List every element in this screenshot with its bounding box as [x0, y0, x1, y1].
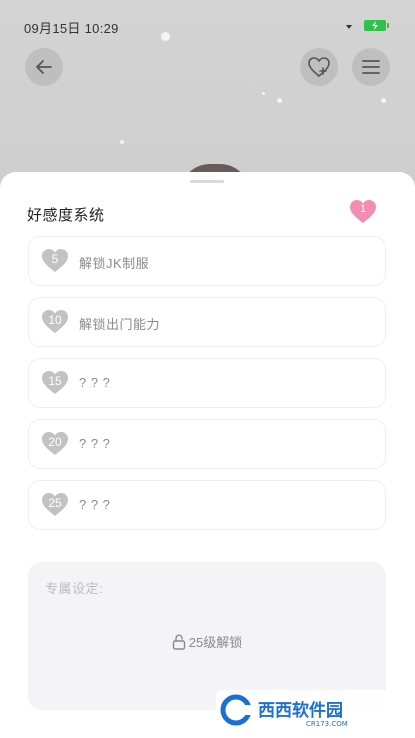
snow-particle [120, 140, 124, 144]
reward-level-heart: 25 [41, 492, 69, 518]
reward-level-heart: 10 [41, 309, 69, 335]
unlock-requirement: 25级解锁 [28, 632, 386, 651]
battery-icon [364, 20, 389, 31]
snow-particle [262, 92, 265, 95]
menu-icon [362, 60, 380, 74]
reward-level-heart: 15 [41, 370, 69, 396]
reward-level-heart: 5 [41, 248, 69, 274]
exclusive-settings-label: 专属设定: [45, 581, 104, 596]
snow-particle [277, 98, 282, 103]
lock-icon [172, 633, 185, 650]
current-level-badge: 1 [349, 199, 377, 225]
svg-text:CR173.COM: CR173.COM [306, 720, 348, 728]
back-button[interactable] [25, 48, 63, 86]
status-time: 09月15日 10:29 [24, 21, 119, 36]
unlock-requirement-text: 25级解锁 [188, 635, 243, 650]
affection-sheet: 好感度系统 1 5 解锁JK制服 10 解锁出门能力 15 ? ? ? 20 ?… [0, 172, 415, 738]
arrow-left-icon [36, 60, 52, 74]
reward-row: 5 解锁JK制服 [28, 236, 386, 286]
exclusive-settings-panel: 专属设定: 25级解锁 [28, 562, 386, 710]
heart-icon [308, 57, 330, 78]
sheet-title: 好感度系统 [27, 207, 105, 224]
sheet-drag-handle[interactable] [190, 180, 224, 183]
reward-row: 20 ? ? ? [28, 419, 386, 469]
reward-row: 10 解锁出门能力 [28, 297, 386, 347]
reward-level: 10 [48, 313, 62, 327]
svg-text:西西软件园: 西西软件园 [258, 700, 343, 721]
signal-icon [346, 25, 352, 29]
status-bar: 09月15日 10:29 [0, 0, 415, 48]
menu-button[interactable] [352, 48, 390, 86]
reward-level: 25 [48, 496, 62, 510]
reward-level-heart: 20 [41, 431, 69, 457]
reward-row: 15 ? ? ? [28, 358, 386, 408]
reward-level: 20 [48, 435, 62, 449]
reward-level: 5 [51, 252, 59, 266]
reward-label: ? ? ? [79, 497, 111, 512]
reward-label: 解锁JK制服 [79, 256, 150, 271]
current-level-value: 1 [359, 203, 367, 215]
snow-particle [381, 98, 386, 103]
reward-label: ? ? ? [79, 436, 111, 451]
reward-row: 25 ? ? ? [28, 480, 386, 530]
favorite-button[interactable] [300, 48, 338, 86]
site-watermark-logo: 西西软件园 CR173.COM [216, 690, 397, 730]
reward-label: ? ? ? [79, 375, 111, 390]
reward-label: 解锁出门能力 [79, 317, 161, 332]
reward-level: 15 [48, 374, 62, 388]
